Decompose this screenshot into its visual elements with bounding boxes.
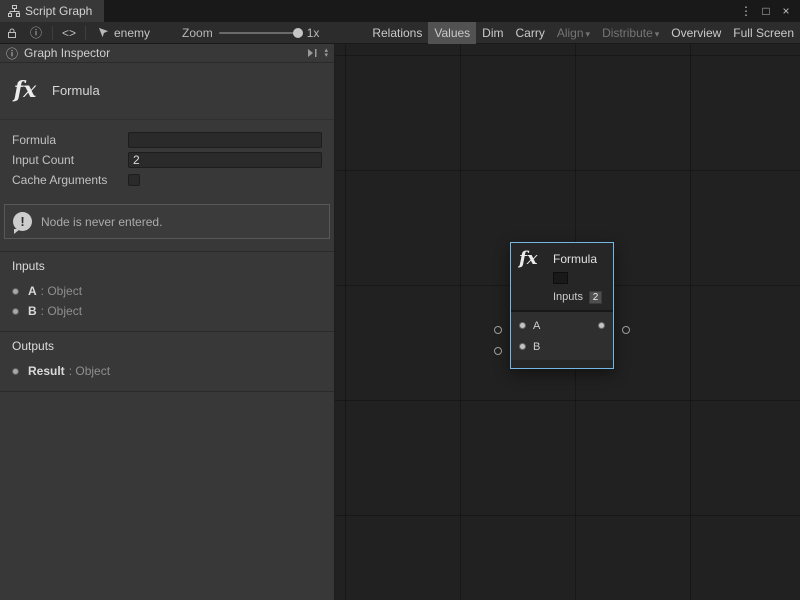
zoom-value[interactable]: 1x — [307, 26, 320, 40]
port-b-dot[interactable] — [519, 343, 526, 350]
graph-name: enemy — [114, 26, 150, 40]
chevron-down-icon: ▾ — [655, 29, 660, 39]
port-a-outer-circle[interactable] — [494, 326, 502, 334]
outputs-section: Outputs Result : Object — [0, 331, 334, 392]
node-title: Formula — [553, 252, 597, 266]
graph-breadcrumb[interactable]: enemy — [90, 26, 158, 40]
cache-arguments-label: Cache Arguments — [12, 173, 128, 187]
node-footer — [511, 360, 613, 368]
warning-box: ! Node is never entered. — [4, 204, 330, 239]
unit-fields: Formula Input Count Cache Arguments — [0, 120, 334, 194]
inputs-section: Inputs A : Object B : Object — [0, 251, 334, 331]
toolbar-divider — [85, 26, 86, 40]
fullscreen-button[interactable]: Full Screen — [727, 22, 800, 44]
zoom-slider-handle[interactable] — [293, 28, 303, 38]
list-item: B : Object — [12, 301, 322, 321]
zoom-slider[interactable] — [219, 32, 301, 34]
fx-icon: fx — [10, 77, 40, 103]
warning-icon: ! — [13, 212, 32, 231]
node-inputs-label: Inputs — [553, 291, 583, 303]
formula-node[interactable]: fx Formula Inputs 2 A B — [510, 242, 614, 369]
toolbar-divider — [52, 26, 53, 40]
result-port-dot[interactable] — [598, 322, 605, 329]
fx-icon: fx — [519, 248, 553, 269]
graph-inspector-panel: ⓘ Graph Inspector ▴ ▾ fx Formula Formula… — [0, 44, 335, 600]
node-inputs-row: Inputs 2 — [553, 290, 613, 304]
port-dot-icon — [12, 308, 19, 315]
node-formula-field[interactable] — [553, 272, 568, 284]
values-button[interactable]: Values — [428, 22, 476, 44]
script-graph-icon — [8, 5, 20, 17]
tab-script-graph[interactable]: Script Graph — [0, 0, 104, 22]
window-controls: ⋮ □ × — [738, 0, 800, 22]
outputs-header: Outputs — [12, 339, 322, 353]
inspector-title: Graph Inspector — [24, 46, 110, 60]
code-view-icon[interactable]: <> — [57, 22, 81, 44]
inputs-header: Inputs — [12, 259, 322, 273]
toolbar-buttons: Relations Values Dim Carry Align▾ Distri… — [366, 22, 800, 44]
result-port-outer-circle[interactable] — [622, 326, 630, 334]
list-item: A : Object — [12, 281, 322, 301]
inspector-header: ⓘ Graph Inspector ▴ ▾ — [0, 44, 334, 63]
formula-field-row: Formula — [12, 130, 322, 150]
window-menu-icon[interactable]: ⋮ — [738, 2, 754, 20]
graph-toolbar: ⓘ <> enemy Zoom 1x Relations Values Dim … — [0, 22, 800, 44]
carry-button[interactable]: Carry — [510, 22, 551, 44]
unit-title: Formula — [52, 83, 100, 98]
zoom-label: Zoom — [182, 26, 213, 40]
panel-spinner-icon[interactable]: ▴ ▾ — [324, 48, 330, 58]
info-icon[interactable]: ⓘ — [24, 22, 48, 44]
lock-icon[interactable] — [0, 22, 24, 44]
port-a-dot[interactable] — [519, 322, 526, 329]
unit-header: fx Formula — [0, 63, 334, 120]
port-dot-icon — [12, 288, 19, 295]
formula-input[interactable] — [128, 132, 322, 148]
dim-button[interactable]: Dim — [476, 22, 509, 44]
port-b-outer-circle[interactable] — [494, 347, 502, 355]
cache-arguments-checkbox[interactable] — [128, 174, 140, 186]
dock-panel-icon[interactable] — [306, 47, 318, 59]
input-count-input[interactable] — [128, 152, 322, 168]
close-icon[interactable]: × — [778, 2, 794, 20]
distribute-dropdown[interactable]: Distribute▾ — [596, 22, 665, 44]
graph-canvas[interactable]: fx Formula Inputs 2 A B — [335, 44, 800, 600]
overview-button[interactable]: Overview — [665, 22, 727, 44]
info-icon: ⓘ — [6, 45, 18, 62]
node-input-count[interactable]: 2 — [589, 291, 602, 304]
maximize-icon[interactable]: □ — [758, 2, 774, 20]
node-header: fx Formula — [511, 243, 613, 270]
formula-label: Formula — [12, 133, 128, 147]
port-row-a: A — [511, 315, 613, 336]
zoom-control: Zoom 1x — [182, 26, 319, 40]
node-ports: A B — [511, 312, 613, 360]
titlebar: Script Graph ⋮ □ × — [0, 0, 800, 22]
cache-arguments-field-row: Cache Arguments — [12, 170, 322, 190]
list-item: Result : Object — [12, 361, 322, 381]
port-dot-icon — [12, 368, 19, 375]
align-dropdown[interactable]: Align▾ — [551, 22, 596, 44]
input-count-label: Input Count — [12, 153, 128, 167]
tab-label: Script Graph — [25, 4, 92, 18]
port-row-b: B — [511, 336, 613, 357]
relations-button[interactable]: Relations — [366, 22, 428, 44]
warning-text: Node is never entered. — [41, 215, 162, 229]
input-count-field-row: Input Count — [12, 150, 322, 170]
chevron-down-icon: ▾ — [586, 29, 591, 39]
graph-pointer-icon — [98, 27, 109, 38]
